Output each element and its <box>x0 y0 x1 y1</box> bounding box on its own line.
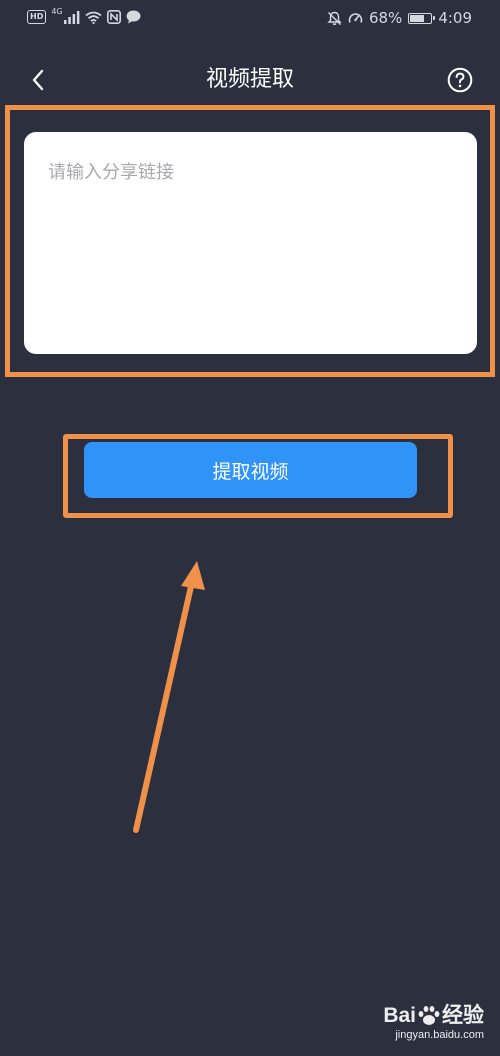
nfc-icon <box>106 10 121 24</box>
watermark-logo-text: Bai <box>383 1004 416 1027</box>
battery-percent: 68% <box>368 9 403 27</box>
question-circle-icon <box>447 67 473 93</box>
mute-bell-icon <box>327 11 342 25</box>
share-link-input[interactable] <box>24 132 477 354</box>
watermark-logo: Bai 经验 <box>383 1004 484 1028</box>
message-icon <box>126 10 141 24</box>
watermark-logo-suffix: 经验 <box>442 1004 484 1027</box>
battery-icon <box>408 12 436 24</box>
status-left: HD 4G <box>27 6 141 24</box>
extract-video-button[interactable]: 提取视频 <box>84 442 417 498</box>
header: 视频提取 <box>0 52 500 108</box>
screen: HD 4G 68% 4:09 视频提取 请输入分享链接 提取视频 Bai 经验 … <box>0 0 500 1056</box>
page-title: 视频提取 <box>205 67 294 92</box>
wifi-icon <box>85 11 102 24</box>
paw-icon <box>418 1006 440 1025</box>
battery-fill <box>410 14 424 22</box>
watermark: Bai 经验 jingyan.baidu.com <box>383 1004 484 1041</box>
status-right: 68% 4:09 <box>327 9 472 27</box>
watermark-site: jingyan.baidu.com <box>395 1029 484 1041</box>
status-bar: HD 4G 68% 4:09 <box>0 0 500 40</box>
help-button[interactable] <box>446 66 474 94</box>
speed-gauge-icon <box>348 12 363 23</box>
network-type: 4G <box>51 6 63 16</box>
signal-icon <box>63 10 80 24</box>
hd-badge: HD <box>27 10 47 24</box>
status-time: 4:09 <box>438 9 472 27</box>
